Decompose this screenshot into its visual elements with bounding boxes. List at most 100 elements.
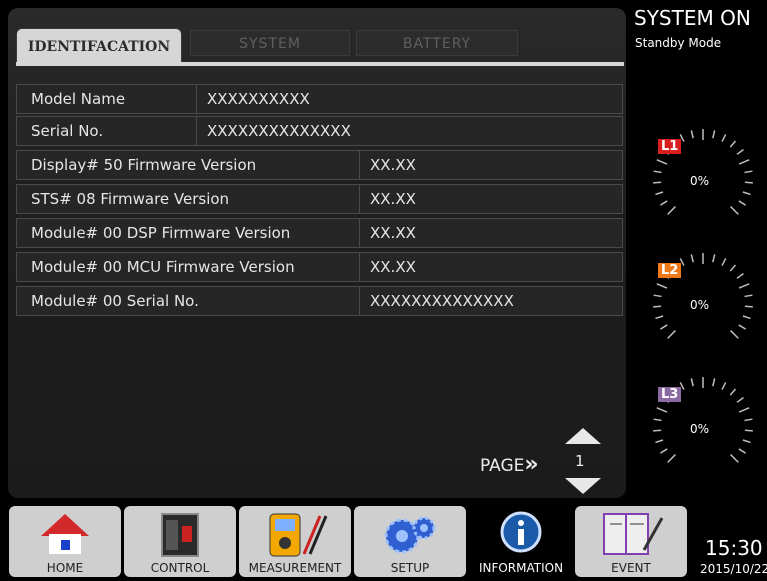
gauge-tick: [656, 407, 668, 413]
gauge-tick: [721, 258, 727, 266]
system-mode: Standby Mode: [635, 36, 722, 50]
gauge-tick: [721, 382, 727, 390]
gauge-tick: [730, 330, 739, 339]
gauge-l3: L3 0%: [648, 372, 758, 482]
gauge-tick: [730, 206, 739, 215]
gauge-tick: [736, 149, 744, 155]
gauge-tick: [653, 418, 662, 422]
gauge-tick: [659, 448, 668, 454]
gauge-tick: [653, 305, 662, 308]
divider: [359, 253, 360, 281]
double-chevron-icon: »: [524, 452, 539, 477]
gauge-tick: [655, 315, 664, 320]
gauge-tick: [653, 429, 662, 432]
nav-home-button[interactable]: HOME: [9, 506, 121, 577]
home-icon: [41, 514, 89, 554]
gauge-tick: [655, 191, 664, 196]
gauge-tick: [744, 305, 753, 308]
gauge-tick: [690, 254, 694, 263]
row-value: XXXXXXXXXX: [207, 90, 310, 108]
page-up-button[interactable]: [565, 428, 601, 444]
row-label: Module# 00 MCU Firmware Version: [31, 258, 295, 276]
row-value: XXXXXXXXXXXXXX: [207, 122, 351, 140]
table-row-display-firmware: Display# 50 Firmware Version XX.XX: [16, 150, 623, 180]
gauge-tick: [712, 378, 716, 387]
gauge-value: 0%: [690, 298, 710, 312]
tab-identification[interactable]: IDENTIFACATION: [16, 28, 182, 64]
control-panel-icon: [161, 513, 199, 557]
gauge-value: 0%: [690, 422, 710, 436]
system-status-title: SYSTEM ON: [634, 6, 751, 30]
gauge-tick: [712, 130, 716, 139]
gauge-tick: [729, 264, 737, 272]
nav-setup-button[interactable]: SETUP: [354, 506, 466, 577]
gauge-tick: [736, 273, 744, 279]
page-number: 1: [575, 452, 585, 470]
gauge-tick: [653, 294, 662, 298]
tab-system[interactable]: SYSTEM: [190, 30, 350, 56]
row-value: XX.XX: [370, 190, 416, 208]
tab-battery[interactable]: BATTERY: [356, 30, 518, 56]
multimeter-icon: [269, 513, 328, 557]
gauge-tick: [729, 388, 737, 396]
nav-control-button[interactable]: CONTROL: [124, 506, 236, 577]
gauge-tick: [690, 130, 694, 139]
gauge-tick: [656, 159, 668, 165]
gauge-tick: [738, 159, 750, 165]
page-label: PAGE»: [480, 452, 539, 477]
row-value: XX.XX: [370, 224, 416, 242]
nav-label: HOME: [46, 561, 84, 575]
row-label: STS# 08 Firmware Version: [31, 190, 230, 208]
row-label: Module# 00 Serial No.: [31, 292, 199, 310]
gauge-label: L3: [658, 387, 682, 402]
table-row-mcu-firmware: Module# 00 MCU Firmware Version XX.XX: [16, 252, 623, 282]
nav-measurement-button[interactable]: MEASUREMENT: [239, 506, 351, 577]
clock-time: 15:30: [705, 536, 763, 560]
gauge-tick: [738, 448, 747, 454]
nav-information-button[interactable]: INFORMATION: [469, 506, 573, 577]
table-row-sts-firmware: STS# 08 Firmware Version XX.XX: [16, 184, 623, 214]
gauge-tick: [744, 170, 753, 174]
divider: [196, 117, 197, 145]
tab-underline: [16, 62, 624, 66]
gauge-tick: [659, 200, 668, 206]
divider: [359, 151, 360, 179]
table-row-dsp-firmware: Module# 00 DSP Firmware Version XX.XX: [16, 218, 623, 248]
gauge-tick: [667, 330, 676, 339]
gauge-tick: [659, 324, 668, 330]
nav-label: INFORMATION: [478, 561, 564, 575]
row-label: Module# 00 DSP Firmware Version: [31, 224, 291, 242]
gauge-tick: [653, 170, 662, 174]
row-value: XXXXXXXXXXXXXX: [370, 292, 514, 310]
nav-event-button[interactable]: EVENT: [575, 506, 687, 577]
gauge-l2: L2 0%: [648, 248, 758, 358]
gauge-tick: [744, 294, 753, 298]
gauge-tick: [744, 181, 753, 184]
gauge-tick: [729, 140, 737, 148]
divider: [359, 185, 360, 213]
divider: [196, 85, 197, 113]
nav-label: MEASUREMENT: [248, 561, 342, 575]
gauge-tick: [690, 378, 694, 387]
row-value: XX.XX: [370, 258, 416, 276]
gauge-label: L1: [658, 139, 682, 154]
row-label: Display# 50 Firmware Version: [31, 156, 257, 174]
gauge-label: L2: [658, 263, 682, 278]
gauge-tick: [738, 324, 747, 330]
event-log-icon: [603, 513, 664, 555]
gauge-tick: [656, 283, 668, 289]
gauge-tick: [655, 439, 664, 444]
gauge-tick: [738, 283, 750, 289]
row-value: XX.XX: [370, 156, 416, 174]
gauge-tick: [742, 439, 751, 444]
nav-label: CONTROL: [150, 561, 210, 575]
gauge-tick: [744, 418, 753, 422]
table-row-serial-no: Serial No. XXXXXXXXXXXXXX: [16, 116, 623, 146]
gauge-tick: [744, 429, 753, 432]
gauge-tick: [667, 454, 676, 463]
gauge-l1: L1 0%: [648, 124, 758, 234]
divider: [359, 219, 360, 247]
nav-label: EVENT: [611, 561, 651, 575]
gauge-tick: [653, 181, 662, 184]
page-down-button[interactable]: [565, 478, 601, 494]
